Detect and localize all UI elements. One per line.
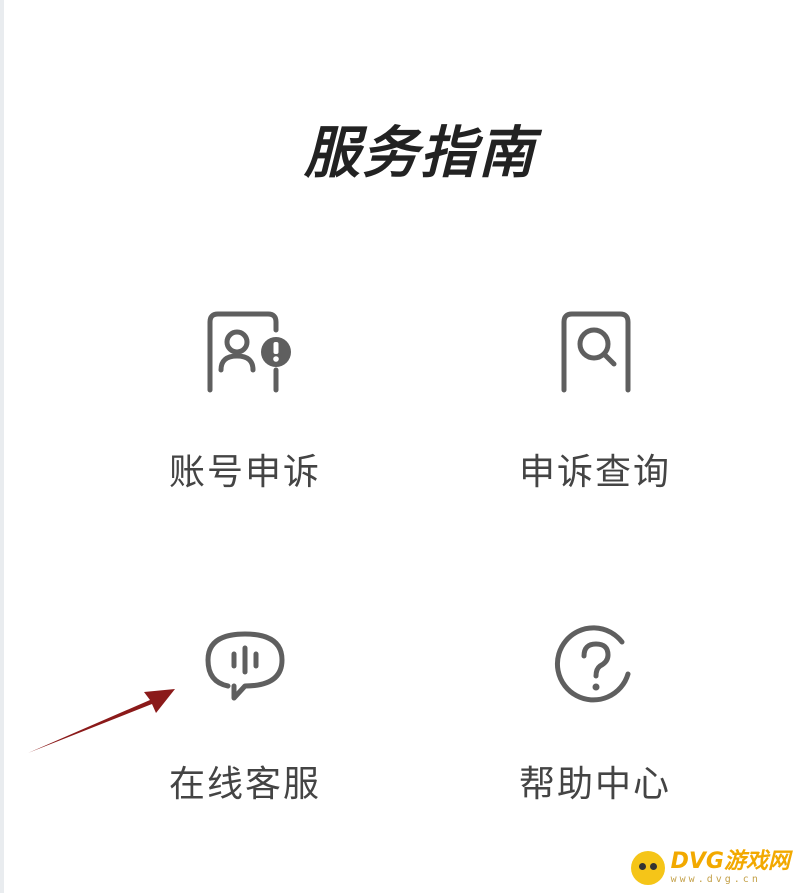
help-center-label: 帮助中心: [518, 764, 671, 805]
service-guide-page: 服务指南 账号申诉 申诉查询 在线客服 帮助中心 DVG游戏网 www.dvg.…: [0, 0, 800, 893]
question-circle-icon: [554, 625, 631, 703]
account-appeal-label: 账号申诉: [168, 452, 321, 493]
appeal-search-icon: [561, 311, 631, 393]
page-title: 服务指南: [304, 121, 536, 186]
account-appeal-icon: [207, 311, 291, 393]
chat-bubble-icon: [205, 631, 285, 701]
watermark-name: DVG游戏网: [670, 849, 790, 874]
online-service-button[interactable]: 在线客服: [115, 612, 375, 832]
account-appeal-button[interactable]: 账号申诉: [115, 300, 375, 520]
help-center-button[interactable]: 帮助中心: [465, 612, 725, 832]
watermark-logo: DVG游戏网 www.dvg.cn: [630, 849, 790, 885]
gamepad-logo-icon: [630, 851, 665, 885]
appeal-query-button[interactable]: 申诉查询: [465, 300, 725, 520]
watermark-site: www.dvg.cn: [670, 874, 761, 885]
online-service-label: 在线客服: [168, 764, 321, 805]
appeal-query-label: 申诉查询: [518, 452, 671, 493]
